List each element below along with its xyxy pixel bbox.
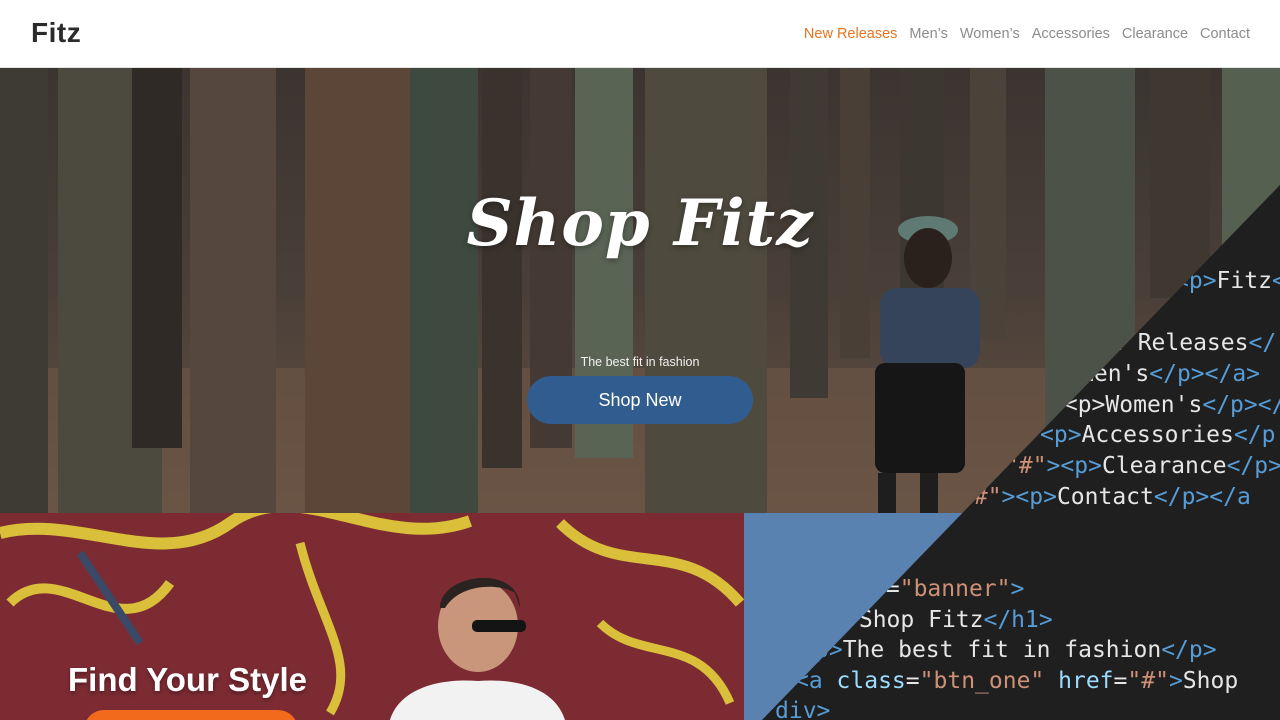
code-token: ><p> xyxy=(1001,484,1057,510)
code-line: "#"><p>Clearance</p> xyxy=(1005,453,1280,479)
code-token: < xyxy=(1271,268,1280,294)
code-token: Fitz xyxy=(1216,268,1272,294)
code-token: href xyxy=(1058,668,1114,694)
nav-link-womens[interactable]: Women’s xyxy=(960,26,1020,42)
code-token: </p></a xyxy=(1202,392,1280,418)
code-token: class xyxy=(836,668,906,694)
code-token: </p xyxy=(1233,422,1276,448)
site-header: Fitz New Releases Men’s Women’s Accessor… xyxy=(0,0,1280,68)
code-token: </h1> xyxy=(983,607,1053,633)
nav-link-mens[interactable]: Men’s xyxy=(909,26,947,42)
code-token: Shop xyxy=(1182,668,1239,694)
code-line: "#"><p>Contact</p></a xyxy=(960,484,1251,510)
find-your-style-heading: Find Your Style xyxy=(68,661,307,698)
code-token: = xyxy=(905,668,920,694)
shop-new-button[interactable]: Shop New xyxy=(527,376,753,424)
code-token: Accessories xyxy=(1081,422,1234,448)
code-token: The best fit in fashion xyxy=(842,637,1162,663)
code-token: Shop Fitz xyxy=(858,607,984,633)
site-logo[interactable]: Fitz xyxy=(31,17,81,49)
code-line: <a class="btn_one" href="#">Shop xyxy=(795,668,1238,694)
nav-link-accessories[interactable]: Accessories xyxy=(1032,26,1110,42)
code-token: </p> xyxy=(1161,637,1217,663)
find-your-style-button[interactable] xyxy=(84,710,298,720)
code-line: >Shop Fitz</h1> xyxy=(845,607,1053,633)
nav-link-contact[interactable]: Contact xyxy=(1200,26,1250,42)
code-line: div> xyxy=(775,698,830,720)
code-token: Contact xyxy=(1056,484,1154,510)
code-token: "banner" xyxy=(899,576,1011,602)
code-token: "btn_one" xyxy=(919,668,1045,694)
code-line: p>The best fit in fashion</p> xyxy=(815,637,1217,663)
code-line: ><p>Women's</p></a xyxy=(1050,392,1280,418)
code-token: = xyxy=(1113,668,1128,694)
code-token: Women's xyxy=(1105,392,1203,418)
find-your-style-panel: Find Your Style xyxy=(0,513,744,720)
code-line: Men's</p></a> xyxy=(1080,361,1260,387)
code-token: </p></a> xyxy=(1149,361,1261,387)
hero-title: Shop Fitz xyxy=(466,186,814,261)
code-token: Clearance xyxy=(1101,453,1227,479)
code-token: ><p> xyxy=(1046,453,1102,479)
code-line: <p>Accessories</p xyxy=(1040,422,1275,448)
main-nav: New Releases Men’s Women’s Accessories C… xyxy=(804,25,1250,43)
hero-tagline: The best fit in fashion xyxy=(580,355,700,369)
code-token: "#" xyxy=(1127,668,1169,694)
code-token: div> xyxy=(775,698,831,720)
nav-link-new-releases[interactable]: New Releases xyxy=(804,26,898,42)
code-token: </p></a xyxy=(1153,484,1251,510)
nav-link-clearance[interactable]: Clearance xyxy=(1122,26,1188,42)
code-token: </ xyxy=(1248,330,1277,356)
code-token: </p> xyxy=(1226,453,1280,479)
code-token: > xyxy=(1168,668,1183,694)
code-token: > xyxy=(1010,576,1025,602)
